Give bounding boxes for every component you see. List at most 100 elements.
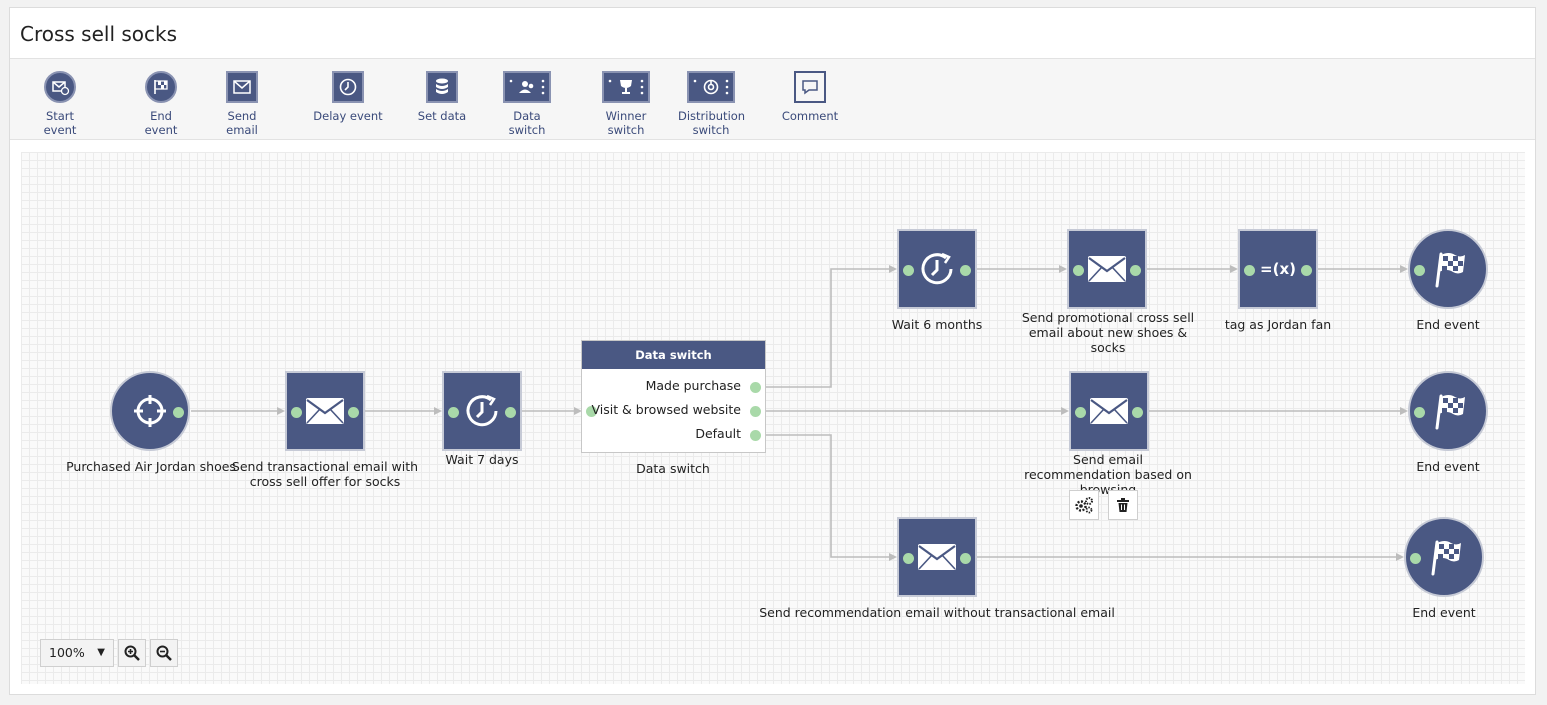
clock-icon: [466, 394, 498, 427]
data-switch-header: Data switch: [582, 341, 765, 369]
zoom-in-button[interactable]: [118, 639, 146, 667]
node-delete-button[interactable]: [1108, 490, 1138, 520]
input-port[interactable]: [1414, 407, 1425, 418]
output-port[interactable]: [505, 407, 516, 418]
input-port[interactable]: [1073, 265, 1084, 276]
end-event-node[interactable]: [1404, 517, 1484, 597]
output-port[interactable]: [960, 265, 971, 276]
connector: [757, 268, 895, 388]
toolbar-label: Data switch: [508, 109, 546, 137]
node-label: Purchased Air Jordan shoes: [66, 459, 236, 474]
checkered-flag-icon: [1435, 252, 1465, 288]
toolbar-label: Set data: [417, 109, 467, 123]
toolbar-set-data[interactable]: Set data: [415, 71, 469, 123]
toolbar-delay-event[interactable]: Delay event: [312, 71, 384, 123]
output-port[interactable]: [750, 430, 761, 441]
zoom-out-button[interactable]: [150, 639, 178, 667]
node-settings-button[interactable]: [1069, 490, 1099, 520]
envelope-icon: [306, 398, 344, 424]
branch-default: Default: [695, 426, 741, 441]
comment-icon: [794, 71, 826, 103]
toolbar-data-switch[interactable]: Data switch: [494, 71, 560, 137]
element-toolbar: Start event End event Send email Delay e…: [10, 58, 1535, 140]
zoom-level-value: 100%: [49, 645, 85, 660]
output-port[interactable]: [1132, 407, 1143, 418]
node-label: Send transactional email with cross sell…: [231, 459, 419, 489]
send-email-node[interactable]: [897, 517, 977, 597]
output-port[interactable]: [750, 406, 761, 417]
toolbar-send-email[interactable]: Send email: [210, 71, 274, 137]
set-data-icon: [426, 71, 458, 103]
toolbar-label: Distribution switch: [678, 109, 746, 137]
toolbar-winner-switch[interactable]: Winner switch: [600, 71, 652, 137]
envelope-icon: [918, 544, 956, 570]
send-email-node[interactable]: [285, 371, 365, 451]
toolbar-label: Comment: [781, 109, 839, 123]
start-event-node[interactable]: [110, 371, 190, 451]
node-label: tag as Jordan fan: [1224, 317, 1332, 332]
branch-visit-browsed: Visit & browsed website: [591, 402, 741, 417]
toolbar-start-event[interactable]: Start event: [28, 71, 92, 137]
data-switch-icon: [503, 71, 551, 103]
output-port[interactable]: [1301, 265, 1312, 276]
set-data-node[interactable]: =(x): [1238, 229, 1318, 309]
input-port[interactable]: [1410, 553, 1421, 564]
node-label: End event: [1412, 605, 1476, 620]
toolbar-label: Start event: [43, 109, 77, 137]
caret-down-icon: ▼: [97, 647, 105, 658]
page-title: Cross sell socks: [20, 22, 178, 46]
input-port[interactable]: [903, 553, 914, 564]
output-port[interactable]: [750, 382, 761, 393]
node-label: Send promotional cross sell email about …: [1021, 310, 1195, 355]
end-event-icon: [145, 71, 177, 103]
node-label: End event: [1416, 459, 1480, 474]
input-port[interactable]: [1244, 265, 1255, 276]
delay-event-icon: [332, 71, 364, 103]
zoom-level-select[interactable]: 100% ▼: [40, 639, 114, 667]
output-port[interactable]: [173, 407, 184, 418]
toolbar-label: End event: [144, 109, 178, 137]
send-email-node[interactable]: [1069, 371, 1149, 451]
checkered-flag-icon: [1431, 540, 1461, 576]
envelope-icon: [1088, 256, 1126, 282]
output-port[interactable]: [348, 407, 359, 418]
zoom-in-icon: [124, 645, 140, 661]
toolbar-comment[interactable]: Comment: [780, 71, 840, 123]
node-label: Data switch: [636, 461, 710, 476]
input-port[interactable]: [448, 407, 459, 418]
toolbar-end-event[interactable]: End event: [132, 71, 190, 137]
branch-made-purchase: Made purchase: [645, 378, 741, 393]
input-port[interactable]: [1414, 265, 1425, 276]
node-label: Wait 6 months: [891, 317, 983, 332]
workflow-canvas[interactable]: Purchased Air Jordan shoes Send transact…: [21, 152, 1525, 684]
node-label: End event: [1416, 317, 1480, 332]
data-switch-node[interactable]: Data switch Made purchase Visit & browse…: [581, 340, 766, 453]
clock-icon: [921, 252, 953, 285]
end-event-node[interactable]: [1408, 229, 1488, 309]
node-label: Send recommendation email without transa…: [759, 605, 1115, 620]
send-email-node[interactable]: [1067, 229, 1147, 309]
checkered-flag-icon: [1435, 394, 1465, 430]
toolbar-label: Send email: [226, 109, 258, 137]
target-icon: [134, 395, 166, 427]
zoom-controls: 100% ▼: [40, 639, 178, 667]
delay-event-node[interactable]: [442, 371, 522, 451]
gears-icon: [1075, 497, 1093, 514]
output-port[interactable]: [1130, 265, 1141, 276]
send-email-icon: [226, 71, 258, 103]
input-port[interactable]: [1075, 407, 1086, 418]
workflow-editor-panel: Cross sell socks Start event End event S…: [9, 7, 1536, 695]
toolbar-label: Delay event: [313, 109, 383, 123]
delay-event-node[interactable]: [897, 229, 977, 309]
toolbar-label: Winner switch: [605, 109, 647, 137]
zoom-out-icon: [156, 645, 172, 661]
start-event-icon: [44, 71, 76, 103]
connector: [757, 434, 895, 558]
input-port[interactable]: [291, 407, 302, 418]
distribution-switch-icon: [687, 71, 735, 103]
output-port[interactable]: [960, 553, 971, 564]
end-event-node[interactable]: [1408, 371, 1488, 451]
input-port[interactable]: [903, 265, 914, 276]
node-label: Wait 7 days: [445, 452, 519, 467]
toolbar-distribution-switch[interactable]: Distribution switch: [678, 71, 746, 137]
